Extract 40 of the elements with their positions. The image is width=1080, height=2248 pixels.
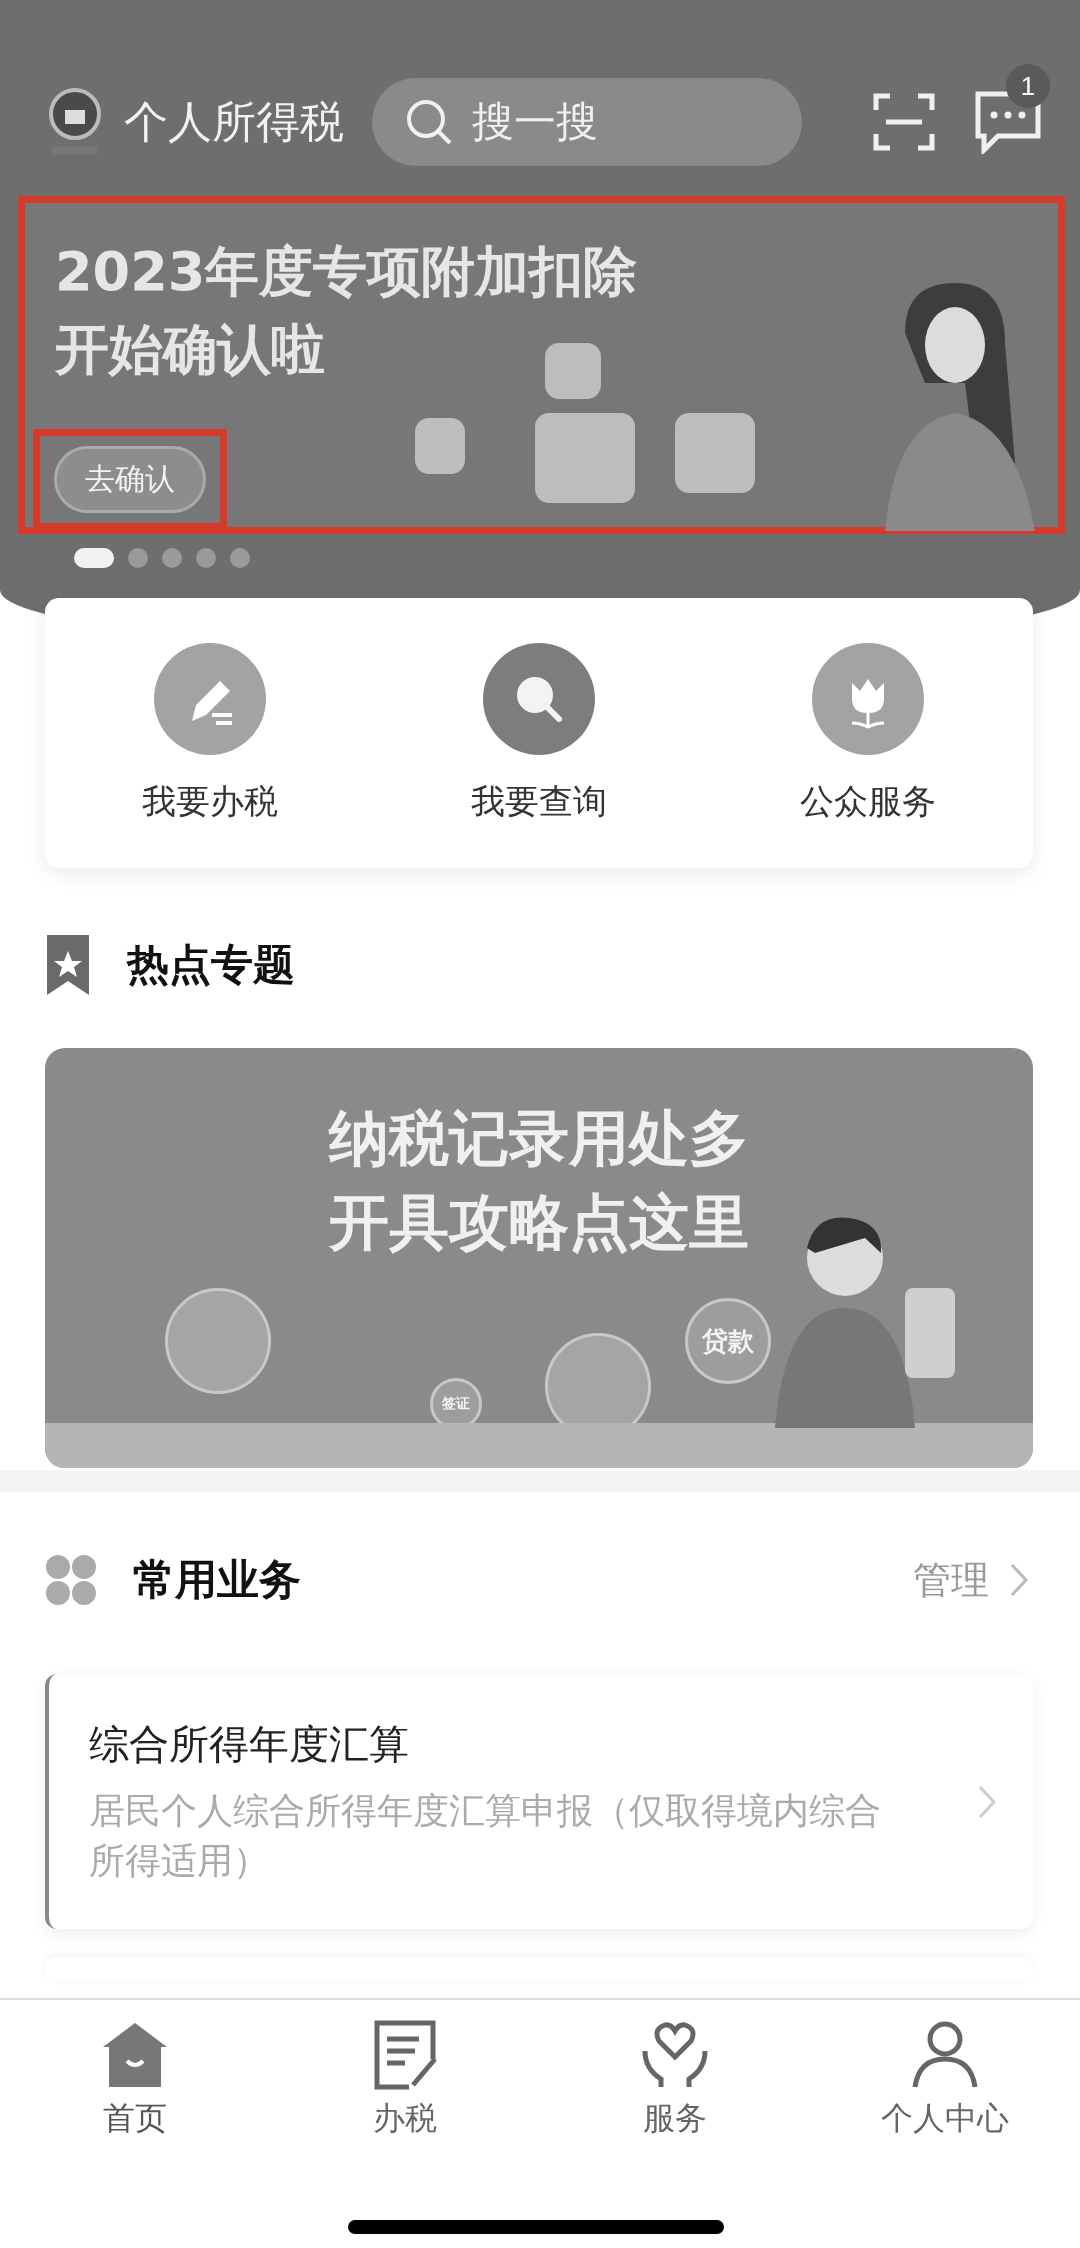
- promo-banner[interactable]: 2023年度专项附加扣除 开始确认啦 去确认: [18, 196, 1065, 534]
- chevron-right-icon: [1009, 1562, 1029, 1598]
- nav-tab[interactable]: 首页: [0, 2018, 270, 2142]
- message-count-badge: 1: [1006, 64, 1050, 108]
- scan-icon: [872, 92, 936, 152]
- grid-icon: [45, 1554, 97, 1606]
- banner-headline: 纳税记录用处多: [329, 1102, 749, 1175]
- page-dot[interactable]: [162, 548, 182, 568]
- banner-headline: 开具攻略点这里: [329, 1186, 749, 1259]
- nav-tab[interactable]: 个人中心: [810, 2018, 1080, 2142]
- page-dot[interactable]: [196, 548, 216, 568]
- app-title: 个人所得税: [124, 94, 344, 149]
- search-icon: [404, 97, 454, 147]
- tulip-icon: [810, 641, 927, 757]
- nav-tab[interactable]: 办税: [270, 2018, 540, 2142]
- quick-action[interactable]: 我要办税: [45, 640, 375, 826]
- search-icon: [481, 641, 597, 757]
- tile-icon: [415, 418, 465, 474]
- quick-action[interactable]: 公众服务: [703, 640, 1033, 826]
- page-dot[interactable]: [230, 548, 250, 568]
- quick-action[interactable]: 我要查询: [374, 640, 704, 826]
- section-title: 常用业务: [133, 1554, 301, 1606]
- banner-headline: 2023年度专项附加扣除: [55, 239, 638, 305]
- banner-headline: 开始确认啦: [55, 317, 325, 383]
- service-title: 综合所得年度汇算: [89, 1720, 410, 1769]
- bookmark-star-icon: [45, 933, 91, 997]
- pencil-icon: [151, 641, 268, 757]
- bubble-label: 贷款: [685, 1298, 771, 1384]
- message-button[interactable]: 1: [974, 64, 1050, 154]
- confirm-button[interactable]: 去确认: [54, 446, 206, 513]
- scan-button[interactable]: [872, 92, 936, 152]
- service-description: 居民个人综合所得年度汇算申报（仅取得境内综合所得适用）: [89, 1789, 882, 1883]
- search-field[interactable]: 搜一搜: [372, 78, 802, 166]
- page-dot[interactable]: [128, 548, 148, 568]
- section-title: 热点专题: [127, 939, 295, 991]
- service-card[interactable]: 综合所得年度汇算 居民个人综合所得年度汇算申报（仅取得境内综合所得适用）: [45, 1674, 1033, 1929]
- topic-banner[interactable]: 纳税记录用处多 开具攻略点这里 贷款 签证: [45, 1048, 1033, 1468]
- chevron-right-icon: [977, 1783, 997, 1820]
- nav-tab[interactable]: 服务: [540, 2018, 810, 2142]
- tile-icon: [545, 343, 601, 399]
